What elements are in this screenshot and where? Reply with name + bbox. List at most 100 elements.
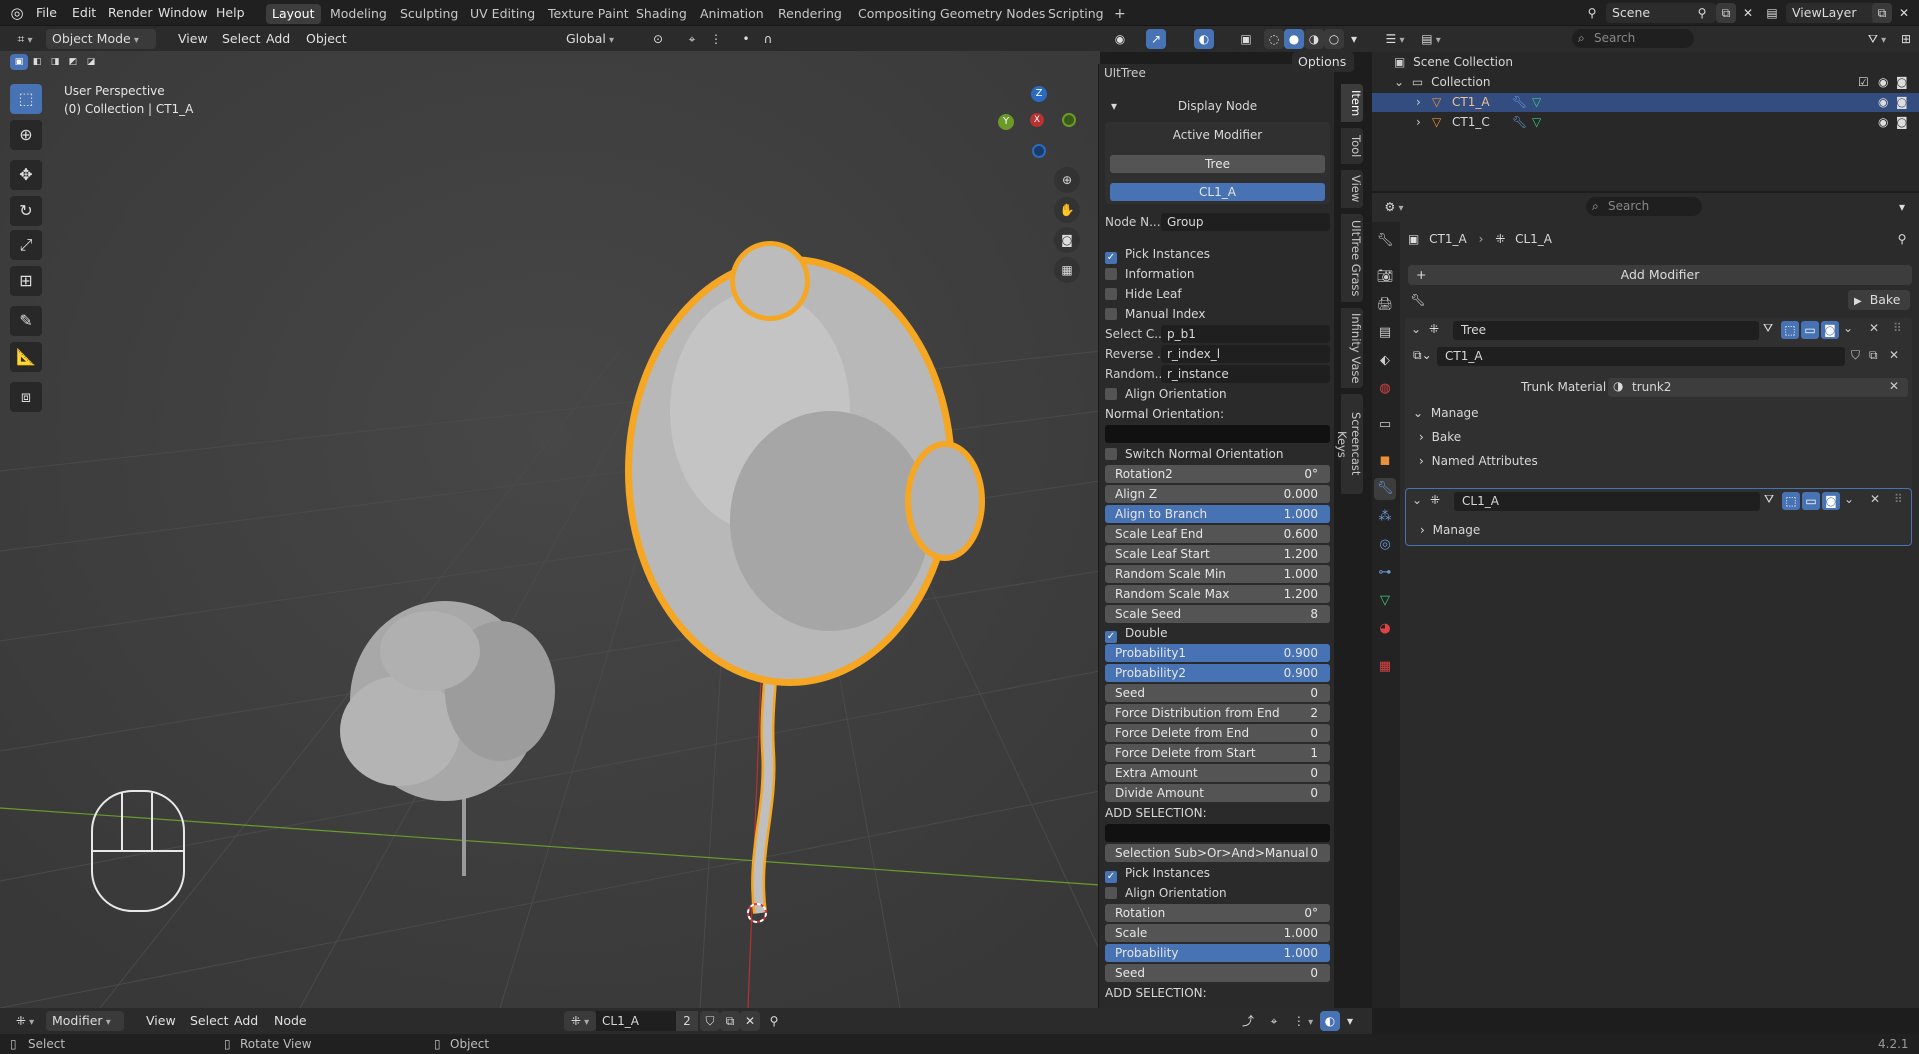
- editor-type-icon[interactable]: ⌗: [8, 29, 42, 49]
- texture-properties-icon[interactable]: ▦: [1374, 656, 1396, 678]
- tab-screencast-keys[interactable]: Screencast Keys: [1335, 394, 1363, 494]
- view-layer-properties-icon[interactable]: ▤: [1374, 322, 1396, 344]
- pin-icon[interactable]: ⚲: [1692, 3, 1712, 23]
- duplicate-icon[interactable]: ⧉: [720, 1011, 740, 1031]
- properties-options-icon[interactable]: ▾: [1892, 197, 1912, 217]
- select-subtract-icon[interactable]: ◨: [46, 54, 64, 70]
- object-properties-icon[interactable]: ◼: [1374, 450, 1396, 472]
- select-intersect-icon[interactable]: ◩: [64, 54, 82, 70]
- collapse-arrow-icon[interactable]: ⌄: [1412, 493, 1422, 507]
- display-node-panel-header[interactable]: ▾ Display Node: [1105, 96, 1330, 116]
- pick-instances-2-checkbox[interactable]: ✓ Pick Instances: [1105, 864, 1330, 883]
- overlay-toggle-icon[interactable]: ◐: [1194, 29, 1214, 49]
- properties-search-input[interactable]: Search: [1586, 197, 1702, 216]
- xray-icon[interactable]: ▣: [1236, 29, 1256, 49]
- menu-edit[interactable]: Edit: [66, 3, 102, 23]
- node-overlay-dropdown-icon[interactable]: ▾: [1342, 1011, 1358, 1031]
- node-overlay-icon[interactable]: ◐: [1320, 1011, 1340, 1031]
- move-tool-icon[interactable]: ✥: [10, 160, 42, 190]
- tab-scripting[interactable]: Scripting: [1042, 4, 1110, 24]
- bake-subpanel[interactable]: › Bake: [1419, 430, 1461, 444]
- delete-view-layer-icon[interactable]: ✕: [1894, 3, 1914, 23]
- scale-tool-icon[interactable]: ⤢: [10, 230, 42, 260]
- transform-orientation-dropdown[interactable]: Global: [560, 29, 640, 49]
- field-extra-amount[interactable]: Extra Amount 0: [1105, 764, 1330, 782]
- new-view-layer-icon[interactable]: ⧉: [1872, 3, 1892, 23]
- reverse-input[interactable]: r_index_l: [1161, 345, 1330, 363]
- navigation-gizmo[interactable]: Z Y X: [994, 86, 1084, 176]
- camera-icon[interactable]: ◙: [1896, 113, 1908, 132]
- pin-icon[interactable]: ⚲: [764, 1011, 784, 1031]
- select-new-icon[interactable]: ▣: [10, 54, 28, 70]
- add-modifier-button[interactable]: + Add Modifier: [1408, 265, 1912, 285]
- properties-editor-type-icon[interactable]: ⚙: [1378, 197, 1410, 217]
- add-selection-input[interactable]: [1105, 824, 1330, 842]
- tab-ulttree-grass[interactable]: UltTree Grass: [1341, 214, 1363, 302]
- double-checkbox[interactable]: ✓ Double: [1105, 624, 1330, 643]
- edit-mode-toggle-icon[interactable]: ⛛: [1764, 492, 1774, 507]
- new-scene-icon[interactable]: ⧉: [1716, 3, 1736, 23]
- edit-mode-toggle-icon[interactable]: ⛛: [1763, 321, 1773, 336]
- tab-view[interactable]: View: [1341, 170, 1363, 208]
- ulttree-section-header[interactable]: UltTree: [1104, 68, 1329, 80]
- node-group-input[interactable]: CT1_A: [1437, 347, 1845, 366]
- pivot-icon[interactable]: ⊙: [648, 29, 668, 49]
- tab-animation[interactable]: Animation: [694, 4, 770, 24]
- constraints-properties-icon[interactable]: ⊶: [1374, 562, 1396, 584]
- pin-icon[interactable]: ⚲: [1892, 229, 1912, 249]
- proportional-edit-icon[interactable]: •: [736, 29, 756, 49]
- field-probability[interactable]: Probability 1.000: [1105, 944, 1330, 962]
- tab-tool[interactable]: Tool: [1341, 128, 1363, 164]
- modifier-dropdown-icon[interactable]: ⌄: [1843, 321, 1853, 335]
- field-scale-leaf-start[interactable]: Scale Leaf Start 1.200: [1105, 545, 1330, 563]
- scene-icon[interactable]: ⚲: [1582, 3, 1602, 23]
- viewport-toggle-icon[interactable]: ▭: [1801, 321, 1819, 339]
- outliner-item-ct1-c[interactable]: › ▽ CT1_C 🔧︎ ▽ ◉ ◙: [1372, 113, 1919, 132]
- select-extend-icon[interactable]: ◧: [28, 54, 46, 70]
- field-seed[interactable]: Seed 0: [1105, 964, 1330, 982]
- active-modifier-tree[interactable]: Tree: [1110, 155, 1325, 173]
- manage-panel[interactable]: ⌄ Manage: [1413, 406, 1479, 420]
- gizmo-y-icon[interactable]: Y: [998, 114, 1014, 130]
- expand-arrow-icon[interactable]: ›: [1416, 93, 1421, 112]
- output-properties-icon[interactable]: 🖨︎: [1374, 294, 1396, 316]
- pick-instances-checkbox[interactable]: ✓ Pick Instances: [1105, 245, 1330, 264]
- fake-user-icon[interactable]: ⛉: [700, 1011, 720, 1031]
- node-menu-view[interactable]: View: [140, 1011, 182, 1031]
- field-seed[interactable]: Seed 0: [1105, 684, 1330, 702]
- node-name-input[interactable]: Group: [1161, 213, 1330, 231]
- add-workspace-icon[interactable]: +: [1108, 4, 1132, 24]
- tab-item[interactable]: Item: [1341, 84, 1363, 122]
- cage-toggle-icon[interactable]: ⬚: [1782, 492, 1800, 510]
- camera-view-icon[interactable]: ◙: [1054, 227, 1080, 253]
- zoom-icon[interactable]: ⊕: [1054, 167, 1080, 193]
- viewport-menu-add[interactable]: Add: [260, 29, 296, 49]
- perspective-toggle-icon[interactable]: ▦: [1054, 257, 1080, 283]
- menu-render[interactable]: Render: [102, 3, 159, 23]
- annotate-tool-icon[interactable]: ✎: [10, 306, 42, 336]
- trunk-material-input[interactable]: trunk2: [1608, 378, 1908, 397]
- visibility-icon[interactable]: ◉: [1110, 29, 1130, 49]
- unlink-icon[interactable]: ✕: [740, 1011, 760, 1031]
- particles-properties-icon[interactable]: ⁂: [1374, 506, 1396, 528]
- collection-properties-icon[interactable]: ▭: [1374, 414, 1396, 436]
- gizmo-x-icon[interactable]: X: [1030, 113, 1044, 127]
- field-divide-amount[interactable]: Divide Amount 0: [1105, 784, 1330, 802]
- select-box-tool-icon[interactable]: ⬚: [10, 84, 42, 114]
- node-snap-target-icon[interactable]: ⋮: [1288, 1011, 1318, 1031]
- gizmo-neg-y-icon[interactable]: [1062, 113, 1076, 127]
- eye-icon[interactable]: ◉: [1878, 93, 1888, 112]
- node-tree-type-dropdown[interactable]: Modifier: [46, 1011, 124, 1031]
- blender-logo-icon[interactable]: ◎: [8, 4, 26, 22]
- node-menu-select[interactable]: Select: [184, 1011, 235, 1031]
- node-editor-type-icon[interactable]: ⁜: [8, 1011, 42, 1031]
- field-rotation[interactable]: Rotation 0°: [1105, 904, 1330, 922]
- modifier-name-input[interactable]: CL1_A: [1454, 492, 1760, 511]
- drag-handle-icon[interactable]: ⠿: [1894, 492, 1903, 506]
- outliner-collection[interactable]: ⌄ ▭ Collection ☑ ◉ ◙: [1394, 73, 1912, 91]
- field-random-scale-max[interactable]: Random Scale Max 1.200: [1105, 585, 1330, 603]
- solid-shading-icon[interactable]: ●: [1284, 29, 1304, 49]
- field-force-delete-from-start[interactable]: Force Delete from Start 1: [1105, 744, 1330, 762]
- viewport-menu-view[interactable]: View: [172, 29, 214, 49]
- field-random-scale-min[interactable]: Random Scale Min 1.000: [1105, 565, 1330, 583]
